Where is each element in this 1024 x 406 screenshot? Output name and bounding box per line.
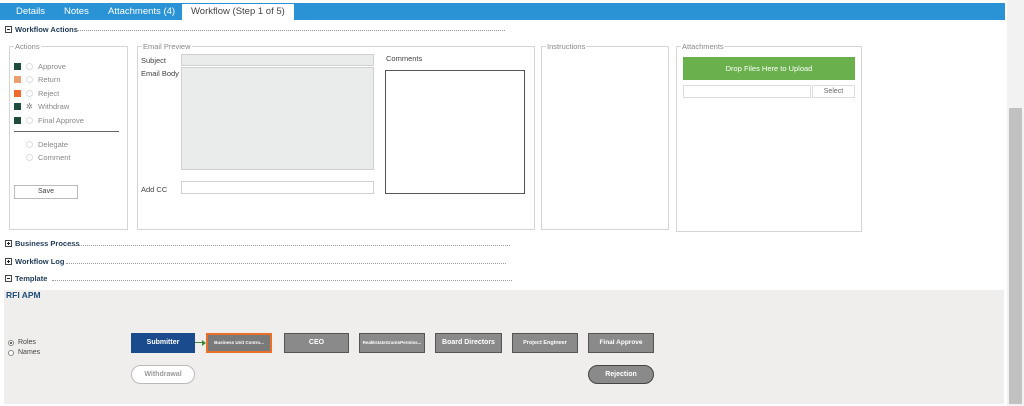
final-approve-color-swatch [14, 116, 21, 124]
radio-button[interactable] [26, 62, 33, 70]
section-workflow-actions[interactable]: Workflow Actions [5, 24, 78, 35]
action-comment[interactable]: Comment [26, 152, 71, 162]
node-real-estate-grants[interactable]: RealEstateGrantsPermiss... [359, 333, 425, 353]
approve-color-swatch [14, 62, 21, 70]
divider [70, 245, 510, 246]
subject-label: Subject [141, 56, 167, 65]
email-body-field[interactable] [181, 67, 374, 170]
rejection-button[interactable]: Rejection [588, 365, 654, 384]
email-preview-legend: Email Preview [142, 42, 192, 51]
radio-button[interactable] [8, 349, 14, 356]
radio-button[interactable] [26, 140, 33, 148]
comments-textarea[interactable] [385, 70, 525, 194]
divider [52, 280, 512, 281]
expand-icon[interactable] [5, 258, 12, 265]
action-label: Withdraw [38, 101, 70, 111]
tab-details[interactable]: Details [16, 3, 45, 20]
tab-workflow[interactable]: Workflow (Step 1 of 5) [182, 4, 294, 20]
section-workflow-log[interactable]: Workflow Log [5, 256, 64, 267]
withdraw-color-swatch [14, 102, 21, 110]
divider [66, 263, 506, 264]
collapse-icon[interactable] [5, 26, 12, 33]
section-template[interactable]: Template [5, 273, 47, 284]
add-cc-label: Add CC [141, 185, 168, 194]
withdrawal-button[interactable]: Withdrawal [131, 365, 195, 384]
option-label: Names [18, 349, 41, 356]
return-color-swatch [14, 75, 21, 83]
node-submitter[interactable]: Submitter [131, 333, 195, 353]
email-body-label: Email Body [141, 69, 179, 78]
section-business-process[interactable]: Business Process [5, 238, 80, 249]
file-name-field[interactable] [683, 85, 811, 98]
node-business-unit-controller[interactable]: Business Unit Contro... [206, 333, 272, 353]
expand-icon[interactable] [5, 240, 12, 247]
collapse-icon[interactable] [5, 275, 12, 282]
action-reject[interactable]: Reject [14, 88, 59, 98]
node-project-engineer[interactable]: Project Engineer [512, 333, 578, 353]
reject-color-swatch [14, 89, 21, 97]
select-file-button[interactable]: Select [812, 85, 855, 98]
action-label: Delegate [38, 139, 69, 149]
attachments-legend: Attachments [681, 42, 725, 51]
action-approve[interactable]: Approve [14, 61, 66, 71]
action-withdraw[interactable]: ✲ Withdraw [14, 101, 69, 111]
actions-legend: Actions [14, 42, 41, 51]
node-board-directors[interactable]: Board Directors [435, 333, 502, 353]
gear-icon: ✲ [26, 101, 33, 111]
option-roles[interactable]: Roles [8, 339, 36, 346]
divider [14, 131, 119, 132]
action-label: Reject [38, 88, 60, 98]
divider [75, 30, 505, 31]
section-title: Template [15, 274, 48, 283]
action-label: Comment [38, 152, 71, 162]
radio-button[interactable] [26, 75, 33, 83]
option-names[interactable]: Names [8, 349, 40, 356]
action-delegate[interactable]: Delegate [26, 139, 68, 149]
node-ceo[interactable]: CEO [284, 333, 349, 353]
radio-button[interactable] [26, 116, 33, 124]
save-button[interactable]: Save [14, 185, 78, 199]
action-return[interactable]: Return [14, 74, 61, 84]
section-title: Workflow Actions [15, 25, 78, 34]
radio-button[interactable] [8, 339, 14, 346]
tab-attachments[interactable]: Attachments (4) [108, 3, 175, 20]
template-title: RFI APM [6, 290, 41, 300]
action-label: Return [38, 74, 61, 84]
tab-notes[interactable]: Notes [64, 3, 89, 20]
radio-button[interactable] [26, 89, 33, 97]
subject-field[interactable] [181, 54, 374, 66]
node-final-approve[interactable]: Final Approve [588, 333, 654, 353]
action-final-approve[interactable]: Final Approve [14, 115, 84, 125]
instructions-legend: Instructions [546, 42, 587, 51]
action-label: Final Approve [38, 115, 84, 125]
radio-button[interactable] [26, 153, 33, 161]
section-title: Business Process [15, 239, 80, 248]
comments-label: Comments [386, 54, 423, 63]
add-cc-field[interactable] [181, 181, 374, 194]
instructions-panel: Instructions [541, 42, 669, 230]
scrollbar-thumb[interactable] [1009, 108, 1022, 404]
option-label: Roles [18, 339, 36, 346]
section-title: Workflow Log [15, 257, 65, 266]
upload-dropzone[interactable]: Drop Files Here to Upload [683, 57, 855, 80]
action-label: Approve [38, 61, 66, 71]
